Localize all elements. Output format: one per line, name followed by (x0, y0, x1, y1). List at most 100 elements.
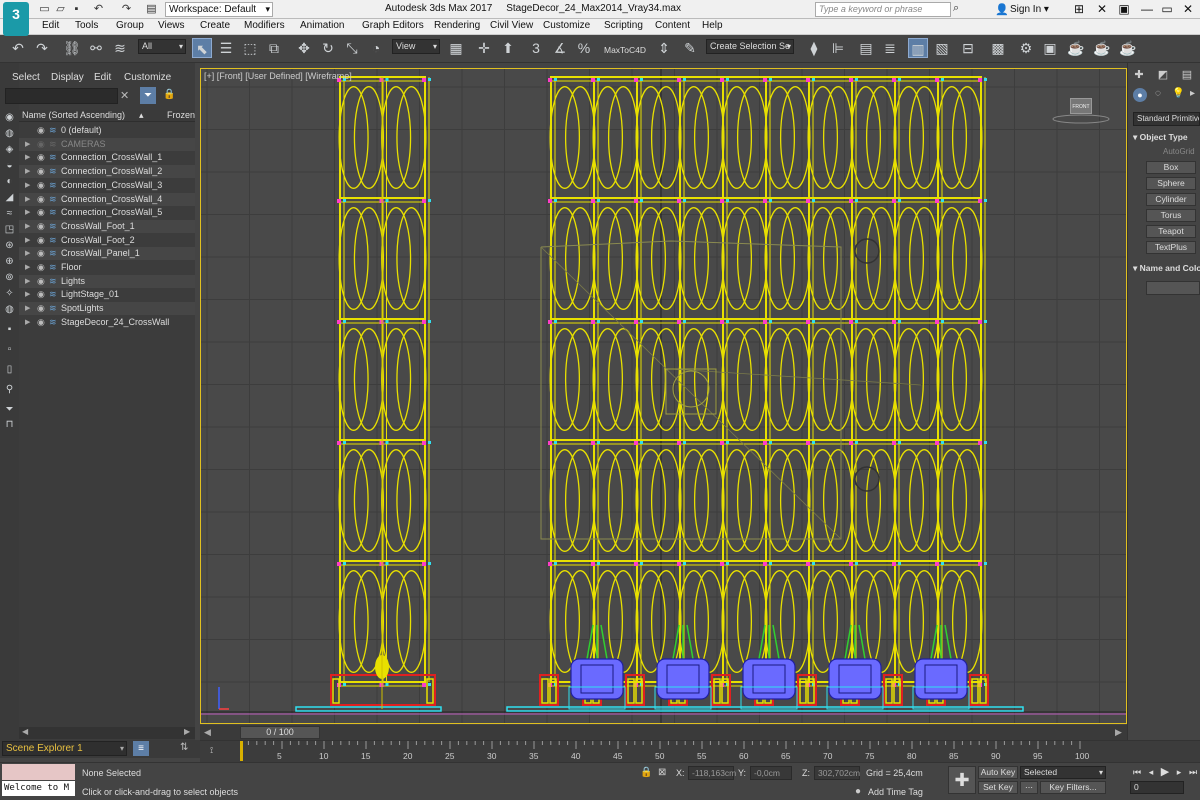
display-spacewarps-icon[interactable]: ≈ (3, 208, 16, 220)
scene-list-item[interactable]: ▶ ◉ ≋ Floor (19, 261, 195, 274)
visibility-eye-icon[interactable]: ◉ (37, 288, 45, 301)
rotate-icon[interactable]: ↻ (318, 38, 338, 58)
expand-arrow-icon[interactable]: ▶ (25, 206, 30, 219)
layer-manager-icon[interactable]: ≣ (880, 38, 900, 58)
expand-arrow-icon[interactable]: ▶ (25, 316, 30, 329)
angle-snap-icon[interactable]: ∡ (550, 38, 570, 58)
scene-list-item[interactable]: ▶ ◉ ≋ Connection_CrossWall_4 (19, 192, 195, 206)
scene-list-item[interactable]: ▶ ◉ ≋ Lights (19, 274, 195, 288)
visibility-eye-icon[interactable]: ◉ (37, 179, 45, 192)
scene-list-item[interactable]: ▶ ◉ ≋ CrossWall_Foot_2 (19, 234, 195, 247)
display-frozen-icon[interactable]: ✧ (3, 288, 16, 300)
scene-explorer-selector[interactable]: Scene Explorer 1 ▾ (2, 741, 127, 756)
display-all-icon[interactable]: ◉ (3, 112, 16, 124)
spinner-snap-icon[interactable]: ⇕ (654, 38, 674, 58)
cylinder-button[interactable]: Cylinder (1146, 193, 1196, 206)
render-setup-icon[interactable]: ⚙ (1016, 38, 1036, 58)
expand-arrow-icon[interactable]: ▶ (25, 179, 30, 192)
display-bones-icon[interactable]: ⊕ (3, 256, 16, 268)
next-frame-icon[interactable]: ▸ (1172, 766, 1186, 779)
play-icon[interactable]: ▶ (1158, 766, 1172, 779)
column-name-header[interactable]: Name (Sorted Ascending) (22, 110, 125, 120)
select-object-icon[interactable]: ⬉ (192, 38, 212, 58)
select-manipulate-icon[interactable]: ✛ (474, 38, 494, 58)
maxscript-listener[interactable] (2, 764, 75, 780)
scene-list-item[interactable]: ▶ ◉ ≋ Connection_CrossWall_1 (19, 151, 195, 164)
display-lights-icon[interactable]: ◒ (3, 160, 16, 172)
display-hidden-icon[interactable]: ◍ (3, 304, 16, 316)
go-to-end-icon[interactable]: ⏭ (1186, 766, 1200, 779)
tab-customize[interactable]: Customize (124, 72, 171, 83)
object-type-rollout[interactable]: ▾ Object Type (1133, 131, 1200, 144)
expand-arrow-icon[interactable]: ▶ (25, 288, 30, 301)
tab-edit[interactable]: Edit (94, 72, 111, 83)
display-shapes-icon[interactable]: ◈ (3, 144, 16, 156)
object-name-input[interactable] (1146, 281, 1200, 295)
menu-tools[interactable]: Tools (75, 20, 98, 31)
redo-icon[interactable]: ↷ (120, 3, 133, 16)
bind-space-warp-icon[interactable]: ≋ (110, 38, 130, 58)
expand-arrow-icon[interactable]: ▶ (25, 275, 30, 288)
expand-arrow-icon[interactable]: ▶ (25, 247, 30, 260)
container-icon[interactable]: ⊓ (3, 419, 16, 431)
ribbon-toggle-icon[interactable]: ▥ (908, 38, 928, 58)
scene-list-item[interactable]: ▶ ◉ ≋ CAMERAS (19, 137, 195, 151)
scene-list-item[interactable]: ▶ ◉ ≋ CrossWall_Foot_1 (19, 219, 195, 233)
expand-arrow-icon[interactable]: ▶ (25, 220, 30, 233)
key-filters-button[interactable]: Key Filters... (1040, 781, 1106, 794)
scale-icon[interactable]: ⤡ (342, 38, 362, 58)
window-close-icon[interactable]: ✕ (1178, 0, 1198, 19)
scene-explorer-toggle-icon[interactable]: ▤ (856, 38, 876, 58)
go-to-start-icon[interactable]: ⏮ (1130, 766, 1144, 779)
expand-arrow-icon[interactable]: ▶ (25, 165, 30, 178)
undo-icon[interactable]: ↶ (8, 38, 28, 58)
layer-explorer-icon[interactable]: ≡ (133, 741, 149, 756)
lock-icon[interactable]: 🔒 (163, 89, 175, 100)
display-xrefs-icon[interactable]: ⊛ (3, 240, 16, 252)
filter-icon[interactable]: ⚲ (3, 384, 16, 396)
clear-search-icon[interactable]: ✕ (120, 89, 129, 102)
create-tab-icon[interactable]: ✚ (1132, 68, 1146, 82)
time-slider-handle[interactable]: 0 / 100 (240, 726, 320, 739)
edit-named-selection-icon[interactable]: ✎ (680, 38, 700, 58)
name-color-rollout[interactable]: ▾ Name and Color (1133, 262, 1200, 275)
open-file-icon[interactable]: ▱ (54, 3, 67, 16)
modify-tab-icon[interactable]: ◩ (1156, 68, 1170, 82)
percent-snap-icon[interactable]: % (574, 38, 594, 58)
viewport-label[interactable]: [+] [Front] [User Defined] [Wireframe] (204, 71, 352, 81)
scene-horizontal-scrollbar[interactable]: ◀ ▶ (19, 727, 195, 739)
visibility-eye-icon[interactable]: ◉ (37, 151, 45, 164)
align-icon[interactable]: ⊫ (828, 38, 848, 58)
scene-list-item[interactable]: ▶ ◉ ≋ StageDecor_24_CrossWall (19, 316, 195, 329)
placement-icon[interactable]: ◔ (366, 38, 386, 58)
pivot-center-icon[interactable]: ▦ (446, 38, 466, 58)
display-helpers-icon[interactable]: ◢ (3, 192, 16, 204)
time-slider-next-icon[interactable]: ▶ (1115, 727, 1122, 738)
move-icon[interactable]: ✥ (294, 38, 314, 58)
previous-frame-icon[interactable]: ◂ (1144, 766, 1158, 779)
mirror-icon[interactable]: ⧫ (804, 38, 824, 58)
display-invert-icon[interactable]: ▫ (3, 344, 16, 356)
display-none-icon[interactable]: ▪ (3, 324, 16, 336)
scene-list-item[interactable]: ▶ ◉ ≋ CrossWall_Panel_1 (19, 247, 195, 261)
viewcube-ring[interactable] (1050, 112, 1112, 126)
window-crossing-icon[interactable]: ⧉ (264, 38, 284, 58)
key-selection-dropdown[interactable]: Selected ▾ (1020, 766, 1106, 779)
menu-animation[interactable]: Animation (300, 20, 344, 31)
tab-select[interactable]: Select (12, 72, 40, 83)
select-by-name-icon[interactable]: ☰ (216, 38, 236, 58)
textplus-button[interactable]: TextPlus (1146, 241, 1196, 254)
minimize-icon[interactable]: — (1138, 0, 1156, 19)
menu-rendering[interactable]: Rendering (434, 20, 480, 31)
time-slider-prev-icon[interactable]: ◀ (204, 727, 211, 738)
project-folder-icon[interactable]: ▤ (145, 3, 158, 16)
display-geometry-icon[interactable]: ◍ (3, 128, 16, 140)
menu-content[interactable]: Content (655, 20, 690, 31)
menu-customize[interactable]: Customize (543, 20, 590, 31)
isolate-selection-icon[interactable]: 🔒 (640, 767, 652, 778)
geometry-category-icon[interactable]: ● (1133, 88, 1147, 102)
box-button[interactable]: Box (1146, 161, 1196, 174)
set-key-button[interactable]: Set Key (978, 781, 1018, 794)
scene-list-item[interactable]: ▶ ◉ ≋ Connection_CrossWall_2 (19, 165, 195, 179)
current-frame-field[interactable]: 0 (1130, 781, 1184, 794)
